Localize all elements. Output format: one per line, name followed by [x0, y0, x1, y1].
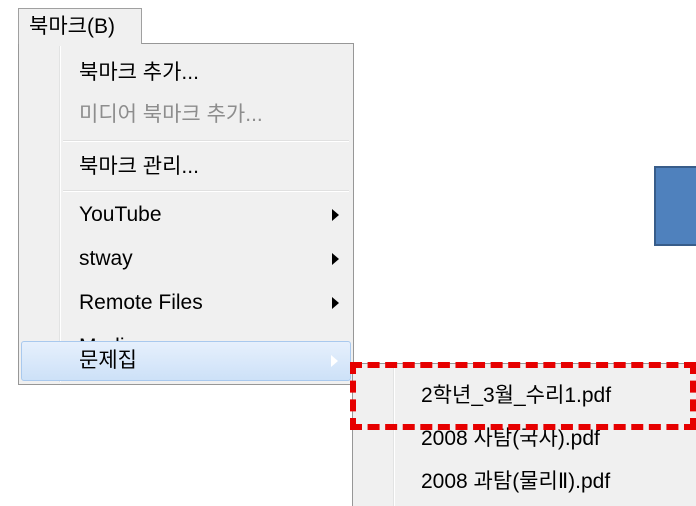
- menu-separator: [63, 190, 349, 192]
- menu-separator: [63, 140, 349, 142]
- background-blue-shape: [654, 166, 696, 246]
- menu-item-label: 미디어 북마크 추가...: [79, 103, 263, 126]
- submenu-item-pdf-physics[interactable]: 2008 과탐(물리Ⅱ).pdf: [355, 460, 696, 504]
- bookmark-dropdown-menu: 북마크 추가... 미디어 북마크 추가... 북마크 관리... YouTub…: [18, 43, 354, 385]
- menu-item-label: Remote Files: [79, 291, 203, 314]
- menu-item-manage-bookmarks[interactable]: 북마크 관리...: [21, 146, 351, 188]
- submenu-arrow-icon: [331, 355, 338, 367]
- submenu-arrow-icon: [332, 297, 339, 309]
- submenu-item-label: 2008 과탐(물리Ⅱ).pdf: [421, 470, 611, 493]
- menu-item-label: 문제집: [79, 349, 137, 372]
- menubar: 북마크(B): [0, 0, 352, 44]
- menu-item-label: YouTube: [79, 203, 162, 226]
- menu-item-label: 북마크 관리...: [79, 155, 199, 178]
- menu-item-add-bookmark[interactable]: 북마크 추가...: [21, 52, 351, 94]
- bookmark-menu[interactable]: 북마크(B): [18, 8, 142, 44]
- menu-item-add-media-bookmark: 미디어 북마크 추가...: [21, 94, 351, 136]
- menu-item-label: stway: [79, 247, 133, 270]
- submenu-arrow-icon: [332, 209, 339, 221]
- submenu-arrow-icon: [332, 253, 339, 265]
- menu-item-label: 북마크 추가...: [79, 61, 199, 84]
- annotation-highlight-box: [350, 362, 696, 430]
- menu-item-remote-files[interactable]: Remote Files: [21, 282, 351, 324]
- menu-item-problem-sets[interactable]: 문제집: [21, 341, 351, 381]
- menu-item-stway[interactable]: stway: [21, 238, 351, 280]
- menu-item-youtube[interactable]: YouTube: [21, 194, 351, 236]
